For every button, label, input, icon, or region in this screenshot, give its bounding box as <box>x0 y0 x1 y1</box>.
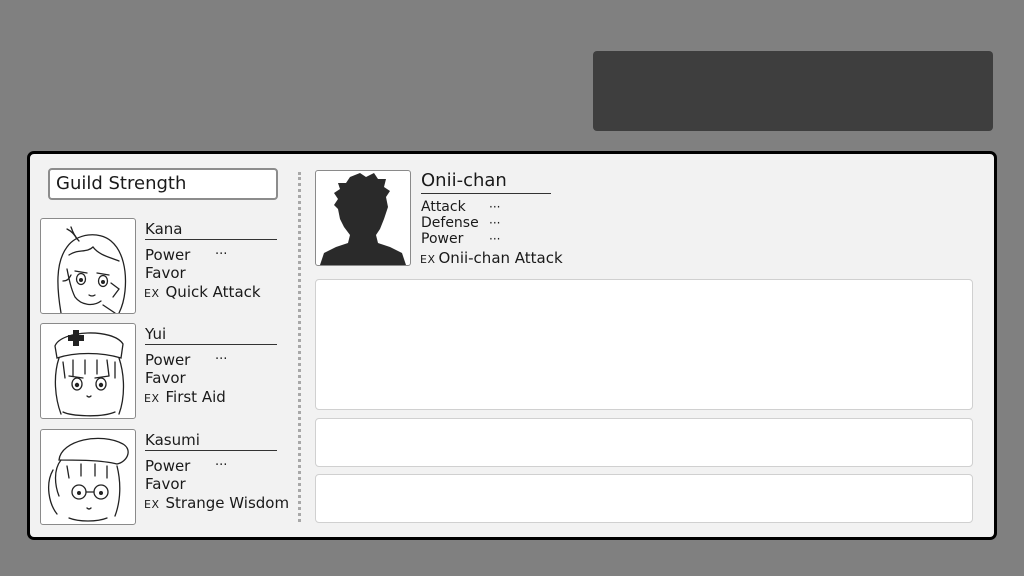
power-stat: Power ··· <box>145 246 227 264</box>
stat-value: ··· <box>489 200 501 214</box>
player-silhouette-icon <box>315 170 411 266</box>
stat-label: Favor <box>145 369 186 387</box>
favor-stat: Favor <box>145 264 186 282</box>
detail-box-2 <box>315 474 973 523</box>
character-card-kasumi[interactable]: Kasumi Power ··· Favor EX Strange Wisdom <box>40 429 295 525</box>
ex-skill-name: Strange Wisdom <box>165 494 290 512</box>
detail-box-1 <box>315 418 973 467</box>
ex-tag: EX <box>144 287 160 300</box>
character-name: Kana <box>145 220 277 240</box>
yui-portrait-icon <box>40 323 136 419</box>
guild-strength-title: Guild Strength <box>48 168 278 200</box>
kasumi-portrait-icon <box>40 429 136 525</box>
stat-value: ··· <box>489 232 501 246</box>
character-name: Yui <box>145 325 277 345</box>
favor-stat: Favor <box>145 369 186 387</box>
ex-tag: EX <box>144 392 160 405</box>
player-ex-skill: EX Onii-chan Attack <box>420 249 563 269</box>
stat-label: Power <box>421 231 464 247</box>
stat-value: ··· <box>215 458 228 473</box>
stat-label: Favor <box>145 475 186 493</box>
ex-tag: EX <box>144 498 160 511</box>
power-stat: Power ··· <box>145 351 227 369</box>
kana-portrait-icon <box>40 218 136 314</box>
favor-stat: Favor <box>145 475 186 493</box>
stat-label: Power <box>145 457 191 475</box>
stat-value: ··· <box>215 352 228 367</box>
stat-label: Defense <box>421 215 479 231</box>
dotted-divider <box>298 172 301 522</box>
ex-tag: EX <box>420 253 436 266</box>
stat-value: ··· <box>215 247 228 262</box>
ex-skill-name: Quick Attack <box>165 283 261 301</box>
attack-stat: Attack ··· <box>421 199 500 215</box>
ex-skill: EX Quick Attack <box>144 283 261 303</box>
stat-value: ··· <box>489 216 501 230</box>
ex-skill-name: Onii-chan Attack <box>438 249 563 267</box>
defense-stat: Defense ··· <box>421 215 500 231</box>
ex-skill: EX Strange Wisdom <box>144 494 289 514</box>
guild-status-panel: Guild Strength Kana Power ··· Favor EX Q… <box>27 151 997 540</box>
character-card-yui[interactable]: Yui Power ··· Favor EX First Aid <box>40 323 295 419</box>
stat-label: Favor <box>145 264 186 282</box>
power-stat: Power ··· <box>145 457 227 475</box>
stat-label: Attack <box>421 199 466 215</box>
player-name: Onii-chan <box>421 170 551 194</box>
stat-label: Power <box>145 351 191 369</box>
ex-skill-name: First Aid <box>165 388 226 406</box>
character-card-kana[interactable]: Kana Power ··· Favor EX Quick Attack <box>40 218 295 314</box>
ex-skill: EX First Aid <box>144 388 226 408</box>
power-stat: Power ··· <box>421 231 500 247</box>
description-box <box>315 279 973 410</box>
top-message-box <box>593 51 993 131</box>
character-name: Kasumi <box>145 431 277 451</box>
stat-label: Power <box>145 246 191 264</box>
